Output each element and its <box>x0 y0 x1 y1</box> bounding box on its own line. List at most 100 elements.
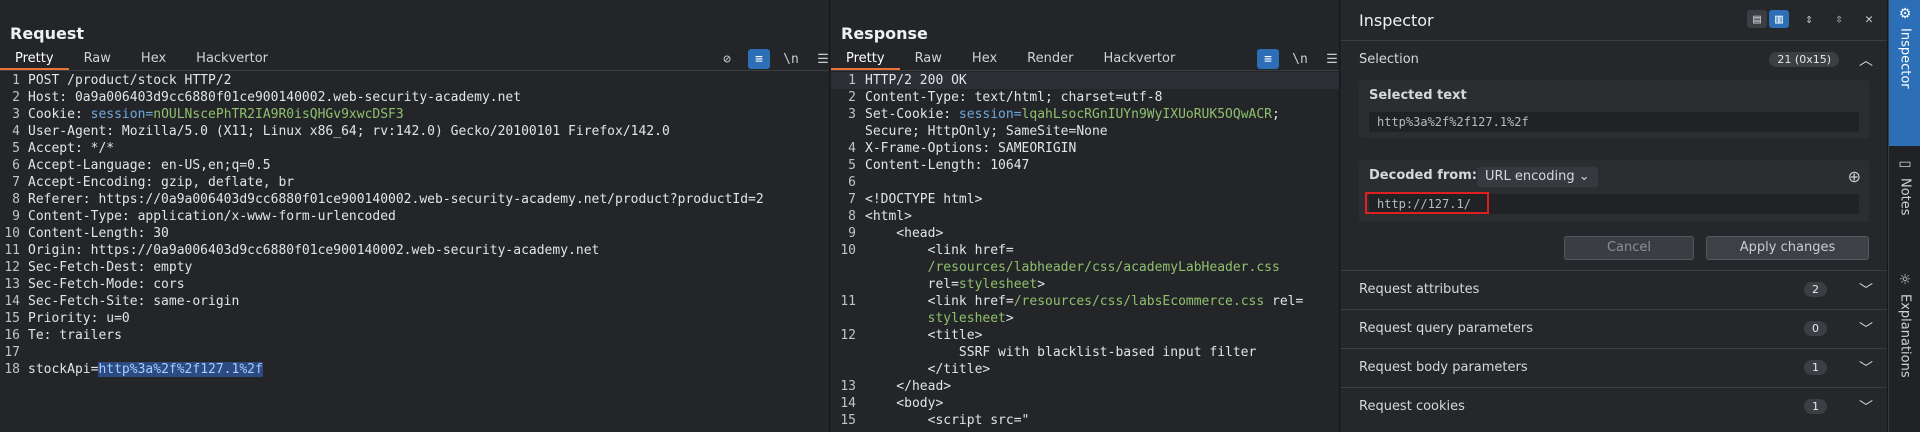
line-number: 9 <box>848 226 856 241</box>
line-content: Sec-Fetch-Site: same-origin <box>28 293 239 310</box>
request-tab-hackvertor[interactable]: Hackvertor <box>181 48 283 70</box>
line-number: 17 <box>4 345 20 360</box>
cancel-button[interactable]: Cancel <box>1564 236 1694 260</box>
layout-split-icon[interactable]: ▥ <box>1769 10 1789 28</box>
line-content: Accept-Language: en-US,en;q=0.5 <box>28 157 271 174</box>
request-code-line: 4 User-Agent: Mozilla/5.0 (X11; Linux x86… <box>0 123 829 140</box>
response-code-line: 9 <head> <box>831 225 1339 242</box>
code-token: Priority: u=0 <box>28 311 130 326</box>
code-token: </title> <box>865 362 991 377</box>
menu-icon[interactable]: ☰ <box>812 49 829 69</box>
lightbulb-icon: ☼ <box>1898 272 1912 288</box>
wrap-icon[interactable]: ≡ <box>748 49 770 69</box>
line-content: <script src=" <box>865 412 1030 429</box>
chevron-down-icon[interactable]: ﹀ <box>1859 280 1873 300</box>
code-token: HTTP/2 200 OK <box>865 73 967 88</box>
chevron-down-icon[interactable]: ﹀ <box>1859 358 1873 378</box>
line-content: </head> <box>865 378 951 395</box>
code-token: Accept-Language: en-US,en;q=0.5 <box>28 158 271 173</box>
request-cookies-section[interactable]: Request cookies 1 ﹀ <box>1341 387 1887 425</box>
request-body-parameters-section[interactable]: Request body parameters 1 ﹀ <box>1341 348 1887 386</box>
response-tab-render[interactable]: Render <box>1012 48 1088 70</box>
request-code-line: 17 <box>0 344 829 361</box>
side-tab-inspector[interactable]: ⚙ Inspector <box>1889 0 1920 146</box>
line-number: 6 <box>848 175 856 190</box>
close-icon[interactable]: ✕ <box>1859 10 1879 28</box>
response-code-line: rel=stylesheet> <box>831 276 1339 293</box>
line-content: <link href= <box>865 242 1014 259</box>
code-token: <body> <box>865 396 944 411</box>
request-editor[interactable]: 1 POST /product/stock HTTP/2 2 Host: 0a9a00… <box>0 72 829 432</box>
line-content: POST /product/stock HTTP/2 <box>28 72 232 89</box>
section-count-badge: 1 <box>1804 399 1827 414</box>
request-query-parameters-section[interactable]: Request query parameters 0 ﹀ <box>1341 309 1887 347</box>
newline-icon[interactable]: \n <box>780 49 802 69</box>
code-token: session= <box>958 107 1022 122</box>
response-code-line: 8 <html> <box>831 208 1339 225</box>
code-token: </head> <box>865 379 952 394</box>
response-tab-hex[interactable]: Hex <box>957 48 1012 70</box>
side-tab-explanations-label: Explanations <box>1897 294 1913 378</box>
line-number: 15 <box>840 413 856 428</box>
code-token: Referer: https://0a9a006403d9cc6880f01ce… <box>28 192 764 207</box>
response-editor[interactable]: 1 HTTP/2 200 OK 2 Content-Type: text/html; … <box>831 72 1339 432</box>
line-number: 1 <box>848 73 856 88</box>
response-tab-raw[interactable]: Raw <box>900 48 957 70</box>
chevron-down-icon[interactable]: ﹀ <box>1859 319 1873 339</box>
request-attributes-section[interactable]: Request attributes 2 ﹀ <box>1341 270 1887 308</box>
line-content: HTTP/2 200 OK <box>865 72 967 89</box>
request-code-line: 14 Sec-Fetch-Site: same-origin <box>0 293 829 310</box>
line-number: 5 <box>12 141 20 156</box>
request-code-line: 18 stockApi=http%3a%2f%2f127.1%2f <box>0 361 829 378</box>
inspector-title: Inspector <box>1359 11 1434 30</box>
line-content: <title> <box>865 327 983 344</box>
selected-text-field[interactable]: http%3a%2f%2f127.1%2f <box>1369 112 1859 132</box>
selection-section-header[interactable]: Selection 21 (0x15) ︿ <box>1341 40 1887 78</box>
selected-text: http%3a%2f%2f127.1%2f <box>98 362 263 377</box>
response-tab-hackvertor[interactable]: Hackvertor <box>1088 48 1190 70</box>
request-toolbar: ⊘ ≡ \n ☰ <box>716 48 829 70</box>
response-code-line: 11 <link href=/resources/css/labsEcommer… <box>831 293 1339 310</box>
code-token: Content-Length: 10647 <box>865 158 1030 173</box>
expand-all-icon[interactable]: ⇕ <box>1799 10 1819 28</box>
newline-icon[interactable]: \n <box>1289 49 1311 69</box>
decoding-select[interactable]: URL encoding ⌄ <box>1477 167 1598 187</box>
add-decoding-icon[interactable]: ⊕ <box>1848 167 1861 186</box>
line-content: X-Frame-Options: SAMEORIGIN <box>865 140 1076 157</box>
code-token: User-Agent: Mozilla/5.0 (X11; Linux x86_… <box>28 124 670 139</box>
side-tab-explanations[interactable]: ☼ Explanations <box>1889 266 1920 406</box>
request-tabs: Pretty Raw Hex Hackvertor <box>0 48 283 70</box>
selection-count-badge: 21 (0x15) <box>1769 52 1839 67</box>
collapse-all-icon[interactable]: ⇳ <box>1829 10 1849 28</box>
line-number: 11 <box>840 294 856 309</box>
chevron-down-icon[interactable]: ﹀ <box>1859 397 1873 417</box>
response-code-line: 14 <body> <box>831 395 1339 412</box>
code-token: <head> <box>865 226 944 241</box>
apply-changes-button[interactable]: Apply changes <box>1706 236 1869 260</box>
line-content: <link href=/resources/css/labsEcommerce.… <box>865 293 1304 310</box>
chevron-up-icon[interactable]: ︿ <box>1859 50 1873 70</box>
line-content: SSRF with blacklist-based input filter <box>865 344 1256 361</box>
line-content: Origin: https://0a9a006403d9cc6880f01ce9… <box>28 242 599 259</box>
response-title: Response <box>841 24 928 43</box>
request-code-line: 6 Accept-Language: en-US,en;q=0.5 <box>0 157 829 174</box>
code-token: rel= <box>1264 294 1304 309</box>
response-code-line: 1 HTTP/2 200 OK <box>831 72 1339 89</box>
response-tab-pretty[interactable]: Pretty <box>831 48 900 70</box>
request-tab-raw[interactable]: Raw <box>69 48 126 70</box>
line-number: 18 <box>4 362 20 377</box>
eye-off-icon[interactable]: ⊘ <box>716 49 738 69</box>
response-code-line: SSRF with blacklist-based input filter <box>831 344 1339 361</box>
decoded-box: Decoded from: URL encoding ⌄ ⊕ http://12… <box>1359 160 1869 222</box>
section-label: Request query parameters <box>1359 321 1534 336</box>
selected-text-label: Selected text <box>1369 88 1467 103</box>
line-number: 7 <box>12 175 20 190</box>
side-tab-notes[interactable]: ▭ Notes <box>1889 150 1920 240</box>
line-number: 10 <box>4 226 20 241</box>
menu-icon[interactable]: ☰ <box>1321 49 1339 69</box>
request-tab-pretty[interactable]: Pretty <box>0 48 69 70</box>
request-tab-hex[interactable]: Hex <box>126 48 181 70</box>
code-token: Content-Type: text/html; charset=utf-8 <box>865 90 1163 105</box>
wrap-icon[interactable]: ≡ <box>1257 49 1279 69</box>
layout-list-icon[interactable]: ▤ <box>1747 10 1767 28</box>
